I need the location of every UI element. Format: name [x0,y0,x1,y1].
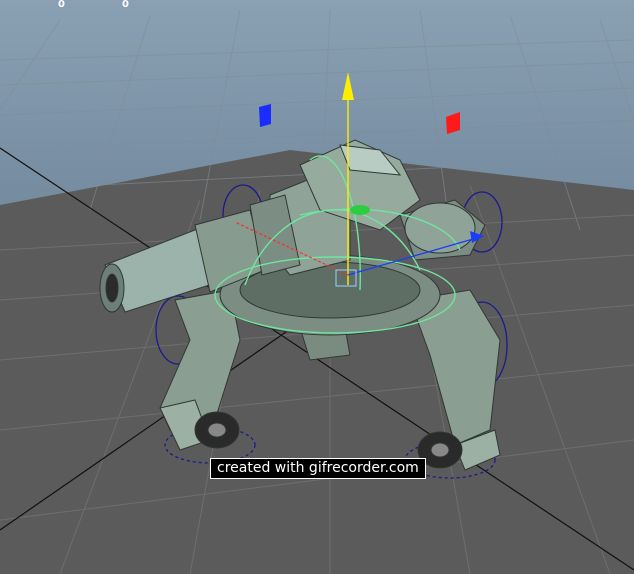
3d-viewport[interactable] [0,0,634,574]
hud-counter-2: 0 [122,0,129,10]
hud-counter-1: 0 [58,0,65,10]
blue-flag-marker-icon[interactable] [259,104,271,127]
watermark-label: created with gifrecorder.com [210,458,426,479]
gizmo-green-handle [350,205,370,215]
